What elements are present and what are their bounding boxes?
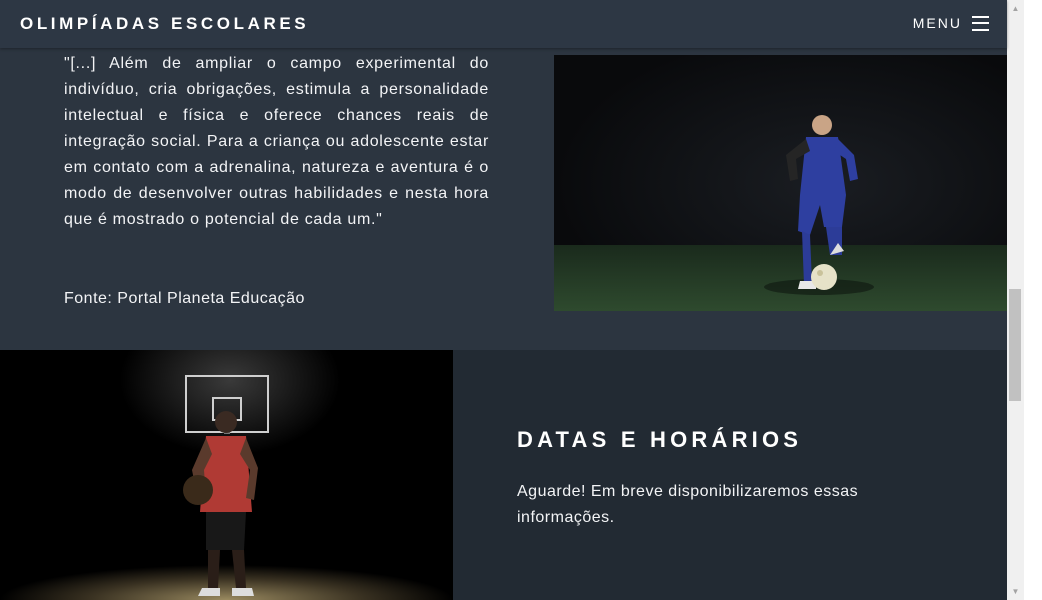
hamburger-icon[interactable] bbox=[972, 15, 989, 31]
dates-text: Aguarde! Em breve disponibilizaremos ess… bbox=[517, 483, 859, 526]
dates-section: DATAS E HORÁRIOS Aguarde! Em breve dispo… bbox=[0, 350, 1007, 600]
quote-source: Fonte: Portal Planeta Educação bbox=[64, 290, 305, 307]
quote-section: "[...] Além de ampliar o campo experimen… bbox=[0, 48, 1007, 350]
quote-text: "[...] Além de ampliar o campo experimen… bbox=[64, 55, 489, 228]
window-edge bbox=[1024, 0, 1042, 600]
menu-button[interactable]: MENU bbox=[913, 15, 989, 31]
arrow-up-icon[interactable]: ▲ bbox=[1007, 0, 1024, 17]
brand-title[interactable]: OLIMPÍADAS ESCOLARES bbox=[20, 14, 309, 34]
vertical-scrollbar[interactable]: ▲ ▼ bbox=[1007, 0, 1024, 600]
basketball-player-image bbox=[0, 350, 453, 600]
arrow-down-icon[interactable]: ▼ bbox=[1007, 583, 1024, 600]
navbar: OLIMPÍADAS ESCOLARES MENU bbox=[0, 0, 1007, 48]
menu-label[interactable]: MENU bbox=[913, 15, 962, 31]
dates-title: DATAS E HORÁRIOS bbox=[517, 427, 803, 452]
scroll-thumb[interactable] bbox=[1009, 289, 1021, 401]
soccer-player-image bbox=[554, 55, 1007, 311]
